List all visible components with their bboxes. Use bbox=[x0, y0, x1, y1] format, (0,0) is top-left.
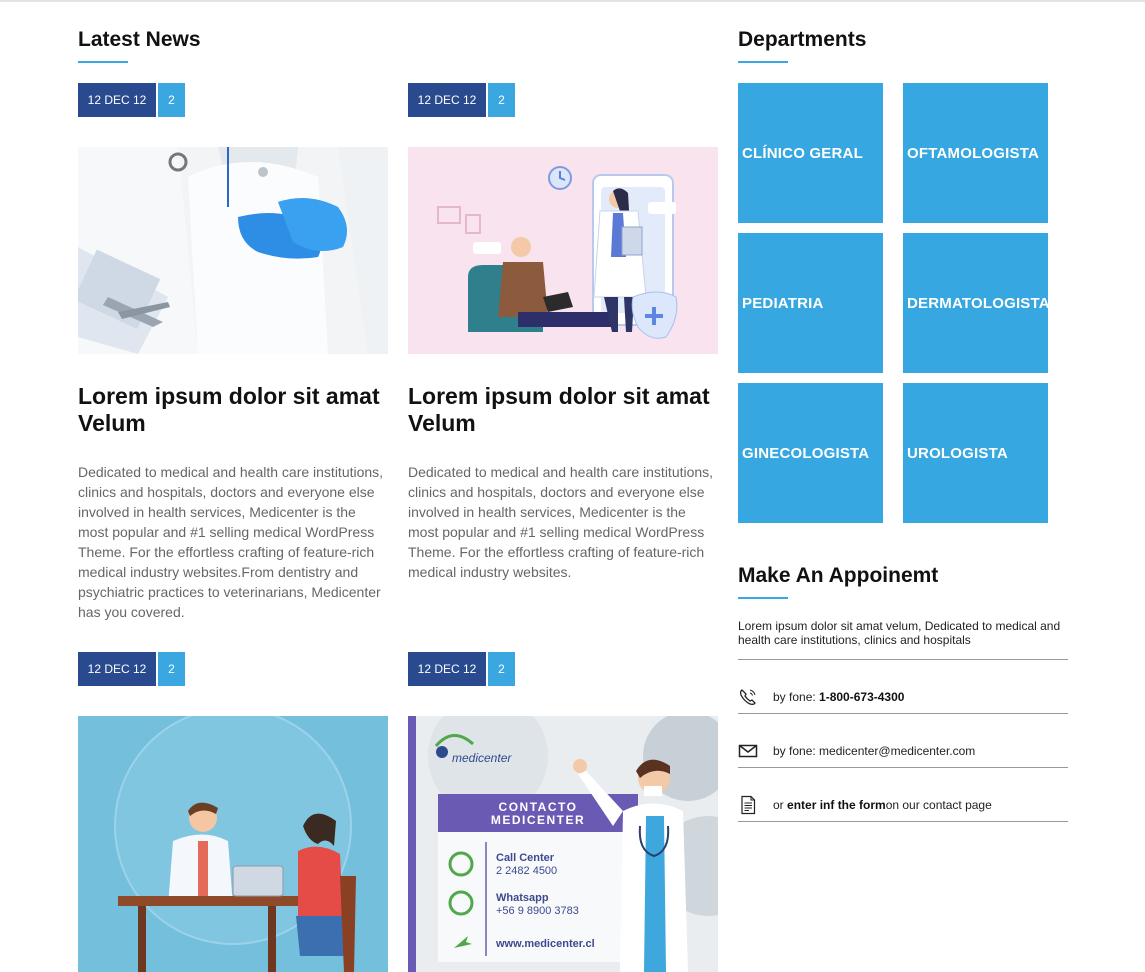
phone-icon bbox=[738, 687, 758, 707]
news-date-badge[interactable]: 12 DEC 12 2 bbox=[408, 83, 515, 117]
news-image-doctor-gloves[interactable] bbox=[78, 147, 388, 354]
contact-heading-line1: CONTACTO bbox=[499, 800, 578, 814]
contact-form-row[interactable]: or enter inf the form on our contact page bbox=[738, 792, 1068, 818]
department-urologista[interactable]: UROLOGISTA bbox=[903, 383, 1048, 523]
contact-heading-line2: MEDICENTER bbox=[491, 813, 585, 827]
contact-email-row[interactable]: by fone: medicenter@medicenter.com bbox=[738, 738, 1068, 764]
divider bbox=[738, 821, 1068, 822]
department-oftamologista[interactable]: OFTAMOLOGISTA bbox=[903, 83, 1048, 223]
whatsapp-label: Whatsapp bbox=[496, 892, 549, 904]
news-image-telemedicine[interactable] bbox=[408, 147, 718, 354]
news-image-consultation[interactable] bbox=[78, 716, 388, 972]
department-dermatologista[interactable]: DERMATOLOGISTA bbox=[903, 233, 1050, 373]
news-date-badge[interactable]: 12 DEC 12 2 bbox=[78, 652, 185, 686]
news-excerpt: Dedicated to medical and health care ins… bbox=[78, 464, 384, 620]
appointment-description: Lorem ipsum dolor sit amat velum, Dedica… bbox=[738, 619, 1061, 647]
form-suffix: on our contact page bbox=[885, 798, 992, 812]
email-prefix: by fone: bbox=[773, 744, 820, 758]
email-address[interactable]: medicenter@medicenter.com bbox=[819, 744, 975, 758]
departments-title: Departments bbox=[738, 28, 867, 51]
news-date-badge[interactable]: 12 DEC 12 2 bbox=[78, 83, 185, 117]
news-title[interactable]: Lorem ipsum dolor sit amat Velum bbox=[78, 383, 388, 437]
call-center-label: Call Center bbox=[496, 852, 555, 864]
phone-prefix: by fone: bbox=[773, 690, 820, 704]
latest-news-underline bbox=[78, 61, 128, 63]
news-image-contact-medicenter[interactable]: medicenter CONTACTO MEDICENTER Call Cent… bbox=[408, 716, 718, 972]
department-pediatria[interactable]: PEDIATRIA bbox=[738, 233, 883, 373]
appointment-underline bbox=[738, 597, 788, 599]
news-excerpt: Dedicated to medical and health care ins… bbox=[408, 464, 714, 580]
news-title[interactable]: Lorem ipsum dolor sit amat Velum bbox=[408, 383, 718, 437]
appointment-title: Make An Appoinemt bbox=[738, 564, 939, 587]
news-date: 12 DEC 12 bbox=[408, 83, 486, 117]
contact-phone-row[interactable]: by fone: 1-800-673-4300 bbox=[738, 684, 1068, 710]
form-prefix: or bbox=[773, 798, 788, 812]
brand-logo-text: medicenter bbox=[452, 751, 512, 765]
divider bbox=[738, 767, 1068, 768]
call-center-number: 2 2482 4500 bbox=[496, 865, 557, 877]
whatsapp-number: +56 9 8900 3783 bbox=[496, 905, 579, 917]
comment-count[interactable]: 2 bbox=[488, 83, 515, 117]
comment-count[interactable]: 2 bbox=[488, 652, 515, 686]
website-text: www.medicenter.cl bbox=[495, 938, 595, 950]
top-divider bbox=[0, 0, 1145, 2]
divider bbox=[738, 713, 1068, 714]
phone-number[interactable]: 1-800-673-4300 bbox=[819, 690, 904, 704]
comment-count[interactable]: 2 bbox=[158, 83, 185, 117]
comment-count[interactable]: 2 bbox=[158, 652, 185, 686]
news-date: 12 DEC 12 bbox=[78, 83, 156, 117]
contact-form-link[interactable]: enter inf the form bbox=[787, 798, 886, 812]
department-ginecologista[interactable]: GINECOLOGISTA bbox=[738, 383, 883, 523]
news-date: 12 DEC 12 bbox=[78, 652, 156, 686]
departments-underline bbox=[738, 61, 788, 63]
document-icon bbox=[738, 795, 758, 815]
mail-icon bbox=[738, 741, 758, 761]
latest-news-title: Latest News bbox=[78, 28, 201, 51]
divider bbox=[738, 659, 1068, 660]
department-clinico-geral[interactable]: CLÍNICO GERAL bbox=[738, 83, 883, 223]
news-date-badge[interactable]: 12 DEC 12 2 bbox=[408, 652, 515, 686]
news-date: 12 DEC 12 bbox=[408, 652, 486, 686]
